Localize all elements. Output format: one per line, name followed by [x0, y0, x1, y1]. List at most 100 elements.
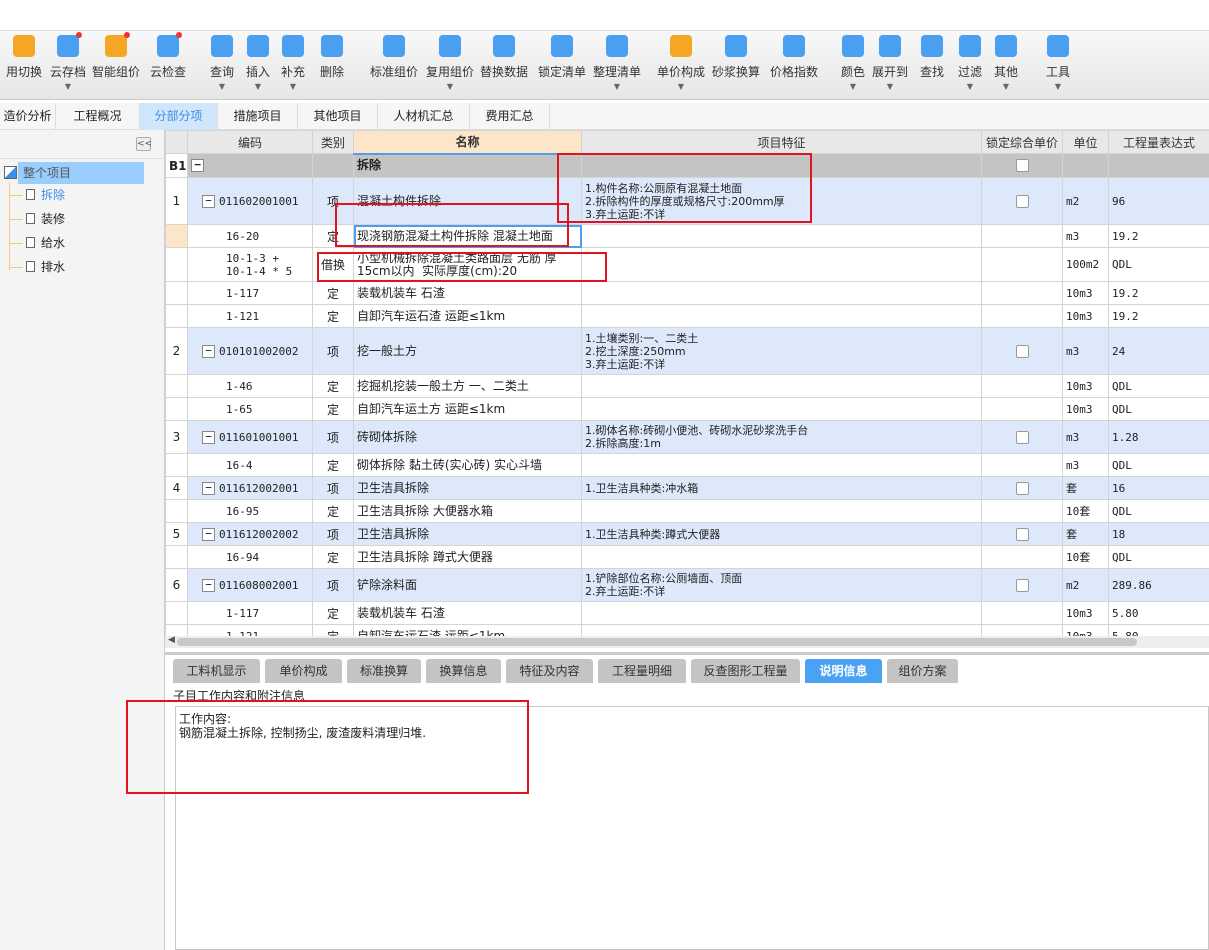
dropdown-arrow-icon[interactable]: ▼ [994, 82, 1018, 92]
toolbar-button-replace-data[interactable]: 替换数据 [480, 35, 528, 92]
type-cell[interactable] [312, 153, 354, 178]
unit-cell[interactable]: m3 [1062, 327, 1109, 375]
code-cell[interactable]: −011612002002 [187, 522, 313, 546]
dropdown-arrow-icon[interactable]: ▼ [1046, 82, 1070, 92]
detail-tab-0[interactable]: 工料机显示 [173, 659, 260, 683]
dropdown-arrow-icon[interactable]: ▼ [958, 82, 982, 92]
name-cell[interactable]: 挖掘机挖装一般土方 一、二类土 [353, 374, 582, 398]
column-header[interactable]: 工程量表达式 [1108, 130, 1209, 154]
lock-price-cell[interactable] [981, 224, 1063, 248]
quantity-cell[interactable]: 5.80 [1108, 601, 1209, 625]
type-cell[interactable]: 项 [312, 327, 354, 375]
tree-root[interactable]: 整个项目 [4, 162, 144, 184]
quantity-cell[interactable]: QDL [1108, 545, 1209, 569]
code-cell[interactable]: 16-94 [187, 545, 313, 569]
detail-tab-4[interactable]: 特征及内容 [506, 659, 593, 683]
unit-cell[interactable]: 10m3 [1062, 601, 1109, 625]
dropdown-arrow-icon[interactable]: ▼ [281, 82, 305, 92]
unit-cell[interactable]: 套 [1062, 476, 1109, 500]
name-cell[interactable]: 现浇钢筋混凝土构件拆除 混凝土地面 [353, 224, 582, 248]
tree-item-0[interactable]: 拆除 [26, 185, 65, 205]
work-content-textbox[interactable]: 工作内容: 钢筋混凝土拆除, 控制扬尘, 废渣废料清理归堆. [175, 706, 1209, 950]
lock-price-checkbox[interactable] [1015, 481, 1029, 495]
name-cell[interactable]: 装载机装车 石渣 [353, 281, 582, 305]
quantity-cell[interactable]: 16 [1108, 476, 1209, 500]
collapse-toggle-icon[interactable]: − [191, 159, 204, 173]
type-cell[interactable]: 项 [312, 568, 354, 602]
quantity-cell[interactable]: 19.2 [1108, 281, 1209, 305]
dropdown-arrow-icon[interactable]: ▼ [246, 82, 270, 92]
toolbar-button-organize-list[interactable]: 整理清单 ▼ [593, 35, 641, 92]
code-cell[interactable]: 16-4 [187, 453, 313, 477]
unit-cell[interactable]: 10套 [1062, 499, 1109, 523]
tab-1[interactable]: 工程概况 [56, 103, 140, 130]
toolbar-button-expand-tree[interactable]: 展开到 ▼ [872, 35, 908, 92]
feature-cell[interactable] [581, 453, 982, 477]
lock-price-cell[interactable] [981, 624, 1063, 636]
code-cell[interactable]: − [187, 153, 313, 178]
unit-cell[interactable]: 10m3 [1062, 624, 1109, 636]
detail-tab-3[interactable]: 换算信息 [426, 659, 501, 683]
name-cell[interactable]: 混凝土构件拆除 [353, 177, 582, 225]
collapse-panel-button[interactable]: << [136, 137, 152, 151]
type-cell[interactable]: 定 [312, 304, 354, 328]
type-cell[interactable]: 定 [312, 281, 354, 305]
column-header[interactable]: 类别 [312, 130, 354, 154]
unit-cell[interactable]: 10m3 [1062, 397, 1109, 421]
lock-price-cell[interactable] [981, 397, 1063, 421]
toolbar-button-binoculars[interactable]: 查找 [920, 35, 944, 92]
quantity-cell[interactable]: QDL [1108, 453, 1209, 477]
code-cell[interactable]: 1-121 [187, 304, 313, 328]
code-cell[interactable]: −011612002001 [187, 476, 313, 500]
bill-item-row[interactable]: 4−011612002001 项卫生洁具拆除 1.卫生洁具种类:冲水箱套 16 [165, 476, 1209, 500]
quota-row[interactable]: 16-20 定现浇钢筋混凝土构件拆除 混凝土地面 m3 19.2 [165, 224, 1209, 248]
quantity-cell[interactable]: 19.2 [1108, 304, 1209, 328]
bill-item-row[interactable]: 2−010101002002 项挖一般土方 1.土壤类别:一、二类土 2.挖土深度:… [165, 327, 1209, 375]
quota-row[interactable]: 1-46 定挖掘机挖装一般土方 一、二类土 10m3 QDL [165, 374, 1209, 398]
feature-cell[interactable] [581, 281, 982, 305]
name-cell[interactable]: 小型机械拆除混凝土类路面层 无筋 厚 15cm以内 实际厚度(cm):20 [353, 247, 582, 282]
tab-0[interactable]: 造价分析 [0, 103, 56, 130]
toolbar-button-grid-apps[interactable]: 其他 ▼ [994, 35, 1018, 92]
collapse-toggle-icon[interactable]: − [202, 194, 215, 208]
unit-cell[interactable]: m3 [1062, 420, 1109, 454]
column-header[interactable]: 单位 [1062, 130, 1109, 154]
detail-tab-1[interactable]: 单价构成 [265, 659, 342, 683]
tree-item-1[interactable]: 装修 [26, 209, 65, 229]
scroll-thumb[interactable] [177, 638, 1137, 646]
quota-row[interactable]: 16-94 定卫生洁具拆除 蹲式大便器 10套 QDL [165, 545, 1209, 569]
quantity-cell[interactable]: 96 [1108, 177, 1209, 225]
lock-price-checkbox[interactable] [1015, 430, 1029, 444]
bill-item-row[interactable]: 3−011601001001 项砖砌体拆除 1.砌体名称:砖砌小便池、砖砌水泥砂浆洗… [165, 420, 1209, 454]
unit-cell[interactable]: 100m2 [1062, 247, 1109, 282]
code-cell[interactable]: 16-20 [187, 224, 313, 248]
dropdown-arrow-icon[interactable]: ▼ [426, 82, 474, 92]
name-cell[interactable]: 自卸汽车运石渣 运距≤1km [353, 624, 582, 636]
feature-cell[interactable]: 1.卫生洁具种类:蹲式大便器 [581, 522, 982, 546]
collapse-toggle-icon[interactable]: − [202, 344, 215, 358]
dropdown-arrow-icon[interactable]: ▼ [210, 82, 234, 92]
toolbar-button-lock[interactable]: 锁定清单 [538, 35, 586, 92]
quantity-cell[interactable]: QDL [1108, 247, 1209, 282]
toolbar-button-smart-price[interactable]: 智能组价 [92, 32, 140, 92]
column-header[interactable] [165, 130, 188, 154]
type-cell[interactable]: 定 [312, 453, 354, 477]
quantity-cell[interactable]: 24 [1108, 327, 1209, 375]
toolbar-button-reuse-price[interactable]: 复用组价 ▼ [426, 35, 474, 92]
toolbar-button-mortar[interactable]: 砂浆换算 [712, 35, 760, 92]
name-cell[interactable]: 卫生洁具拆除 大便器水箱 [353, 499, 582, 523]
name-cell[interactable]: 自卸汽车运石渣 运距≤1km [353, 304, 582, 328]
toolbar-button-price-index[interactable]: 价格指数 [770, 35, 818, 92]
type-cell[interactable]: 项 [312, 522, 354, 546]
lock-price-checkbox[interactable] [1015, 194, 1029, 208]
tree-item-3[interactable]: 排水 [26, 257, 65, 277]
dropdown-arrow-icon[interactable]: ▼ [872, 82, 908, 92]
feature-cell[interactable] [581, 224, 982, 248]
name-cell[interactable]: 砌体拆除 黏土砖(实心砖) 实心斗墙 [353, 453, 582, 477]
tab-6[interactable]: 费用汇总 [470, 103, 550, 130]
type-cell[interactable]: 定 [312, 397, 354, 421]
type-cell[interactable]: 借换 [312, 247, 354, 282]
unit-cell[interactable]: 10m3 [1062, 281, 1109, 305]
code-cell[interactable]: 1-117 [187, 601, 313, 625]
feature-cell[interactable] [581, 304, 982, 328]
